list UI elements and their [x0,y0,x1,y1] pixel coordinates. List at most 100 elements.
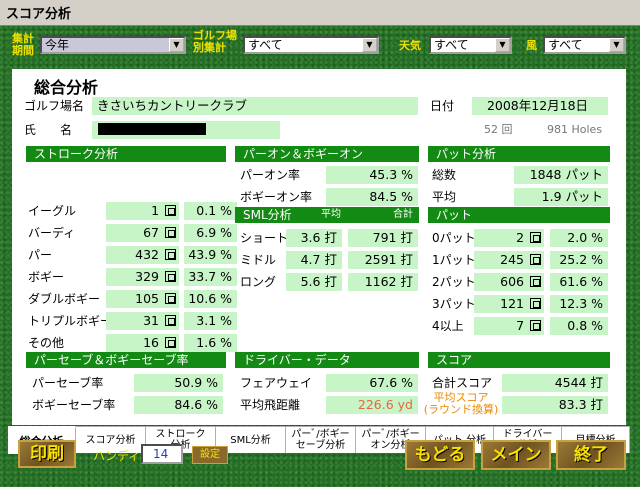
total-score-label: 合計スコア [432,376,493,390]
sml-title: SML分析 [243,208,292,222]
handicap-label: ハンディ [93,449,141,463]
stroke-analysis-header: ストローク分析 [26,146,226,162]
putt-row-pct: 25.2 % [550,251,608,269]
putt-row-count: 2 [474,229,544,247]
stroke-row-count: 329 [106,268,179,286]
distance-label: 平均飛距離 [240,398,301,412]
analysis-panel: 総合分析 ゴルフ場名 きさいちカントリークラブ 日付 2008年12月18日 氏… [12,69,626,425]
course-name-value: きさいちカントリークラブ [92,97,418,115]
main-area: 集計 期間 今年 ▼ ゴルフ場 別集計 すべて ▼ 天気 すべて ▼ 風 すべて… [0,26,640,487]
sml-header: SML分析 平均 合計 [235,207,419,223]
putt-row-count: 7 [474,317,544,335]
unit-kai-icon [165,271,176,282]
unit-kai-icon [530,298,541,309]
stroke-row-label: ボギー [28,270,65,284]
redacted-name [98,123,206,135]
course-filter-label: ゴルフ場 別集計 [193,29,237,54]
chevron-down-icon[interactable]: ▼ [362,38,377,52]
stroke-row-count: 432 [106,246,179,264]
score-header: スコア [428,352,610,368]
putt-analysis-header: パット分析 [428,146,610,162]
putt-row-label: 4以上 [432,319,464,333]
stroke-row-count: 1 [106,202,179,220]
stroke-row-count: 16 [106,334,179,352]
putt-row-count: 606 [474,273,544,291]
unit-kai-icon [530,232,541,243]
putt-row-label: 3パット [432,297,476,311]
wind-select[interactable]: すべて ▼ [543,36,626,54]
wind-label: 風 [526,39,537,52]
putt-total-value: 1848 パット [514,166,608,184]
stroke-row-pct: 0.1 % [184,202,237,220]
chevron-down-icon[interactable]: ▼ [495,38,510,52]
sml-row-avg: 4.7 打 [286,251,342,269]
unit-kai-icon [165,293,176,304]
page-title: 総合分析 [34,78,99,97]
stroke-table: イーグル 1 0.1 % バーディ 67 6.9 % パー 432 43.9 %… [26,165,237,352]
putt-avg-label: 平均 [432,190,457,204]
unit-kai-icon [165,315,176,326]
weather-select[interactable]: すべて ▼ [429,36,512,54]
exit-button[interactable]: 終了 [556,440,626,470]
chevron-down-icon[interactable]: ▼ [609,38,624,52]
unit-kai-icon [530,254,541,265]
unit-kai-icon [165,227,176,238]
unit-kai-icon [165,249,176,260]
player-name-label: 氏 名 [24,123,73,137]
period-value: 今年 [45,38,70,52]
sml-row-label: ミドル [240,253,277,267]
putt-total-label: 総数 [432,168,457,182]
period-select[interactable]: 今年 ▼ [40,36,186,54]
sml-row-total: 1162 打 [348,273,418,291]
putt-row-pct: 0.8 % [550,317,608,335]
putt-row-label: 1パット [432,253,476,267]
sml-row-total: 2591 打 [348,251,418,269]
parsave-label: パーセーブ率 [32,376,104,390]
unit-kai-icon [165,205,176,216]
course-select[interactable]: すべて ▼ [243,36,379,54]
back-button[interactable]: もどる [405,440,475,470]
putt-row-pct: 61.6 % [550,273,608,291]
wind-value: すべて [548,38,583,52]
stroke-row-pct: 10.6 % [184,290,237,308]
date-value: 2008年12月18日 [472,97,608,115]
settings-button[interactable]: 設定 [192,446,228,464]
window-title-bar: スコア分析 [0,0,640,26]
stroke-row-count: 31 [106,312,179,330]
paron-label: パーオン率 [240,168,301,182]
chevron-down-icon[interactable]: ▼ [169,38,184,52]
total-score-value: 4544 打 [502,374,608,392]
unit-kai-icon [165,337,176,348]
stroke-row-label: イーグル [28,204,77,218]
window-title: スコア分析 [6,7,72,22]
tab-save[interactable]: パーﾞ/ボギー セーブ分析 [286,426,356,453]
sml-col-total: 合計 [393,209,413,220]
print-button[interactable]: 印刷 [18,440,76,468]
rounds-count: 52 回 [484,123,513,136]
stroke-row-label: トリプルボギー [28,314,113,328]
stroke-row-pct: 3.1 % [184,312,237,330]
weather-value: すべて [434,38,469,52]
bogeysave-value: 84.6 % [134,396,223,414]
fairway-label: フェアウェイ [240,376,313,390]
unit-kai-icon [530,320,541,331]
parsave-value: 50.9 % [134,374,223,392]
sml-row-total: 791 打 [348,229,418,247]
putt-avg-value: 1.9 パット [514,188,608,206]
stroke-row-pct: 1.6 % [184,334,237,352]
paron-value: 45.3 % [326,166,418,184]
stroke-row-label: パー [28,248,53,262]
holes-count: 981 Holes [547,123,603,136]
parsave-header: パーセーブ＆ボギーセーブ率 [26,352,226,368]
driver-header: ドライバー・データ [235,352,419,368]
putt-row-label: 0パット [432,231,476,245]
handicap-input[interactable]: 14 [141,444,183,464]
bogeyon-label: ボギーオン率 [240,190,313,204]
avg-score-label: 平均スコア (ラウンド換算) [423,391,499,416]
period-label: 集計 期間 [12,32,34,57]
fairway-value: 67.6 % [326,374,418,392]
date-label: 日付 [430,99,455,113]
putt-row-pct: 2.0 % [550,229,608,247]
main-menu-button[interactable]: メイン [481,440,551,470]
putt-row-label: 2パット [432,275,476,289]
